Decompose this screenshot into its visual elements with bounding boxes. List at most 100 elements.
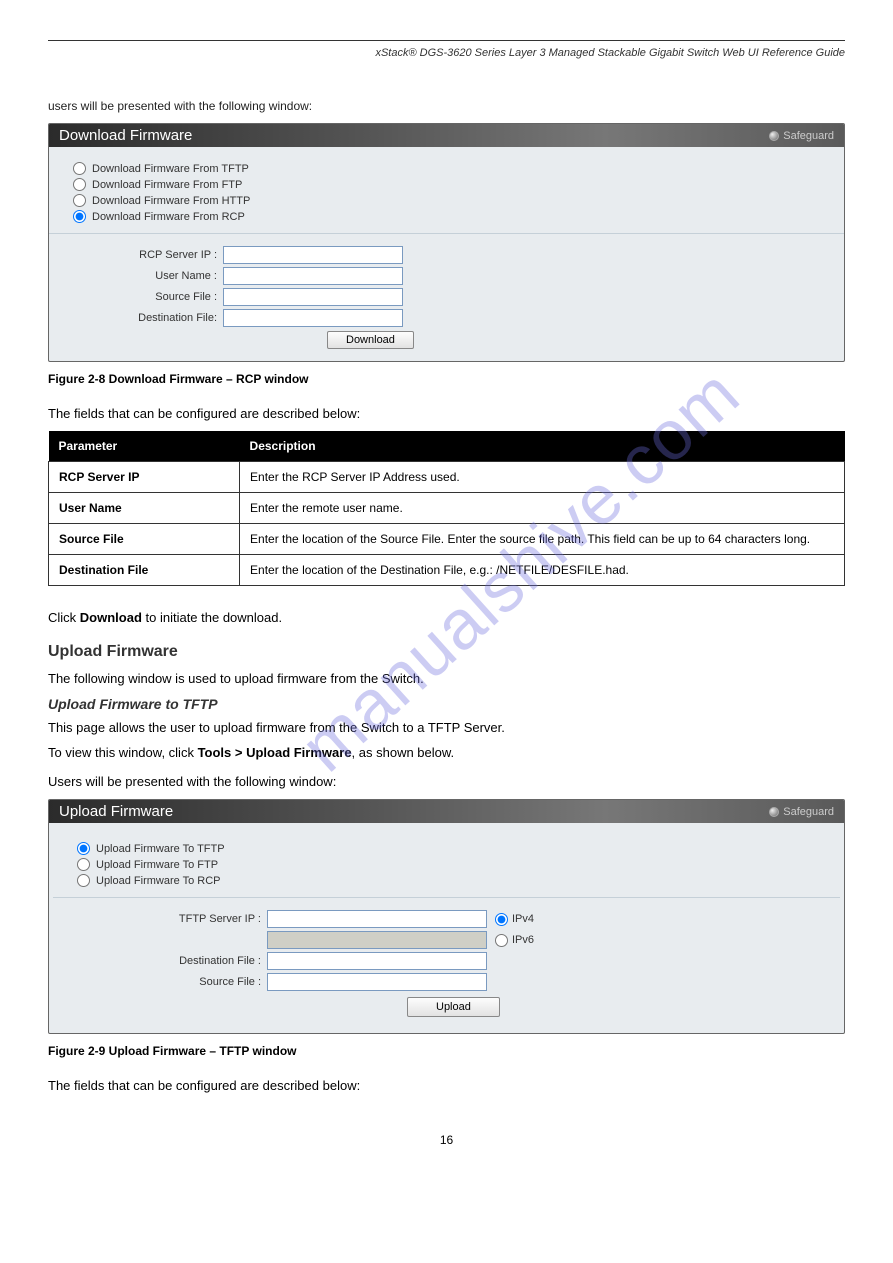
radio-ftp-row[interactable]: Download Firmware From FTP bbox=[73, 178, 820, 191]
radio-rcp[interactable] bbox=[73, 210, 86, 223]
panel-body: Download Firmware From TFTP Download Fir… bbox=[49, 147, 844, 361]
user-name-input[interactable] bbox=[223, 267, 403, 285]
table-row: Destination File Enter the location of t… bbox=[49, 555, 845, 586]
source-file-label: Source File : bbox=[77, 976, 267, 988]
radio-ftp-row[interactable]: Upload Firmware To FTP bbox=[77, 858, 816, 871]
radio-tftp-label: Upload Firmware To TFTP bbox=[96, 843, 225, 855]
safeguard-badge: Safeguard bbox=[769, 130, 834, 142]
radio-tftp-label: Download Firmware From TFTP bbox=[92, 163, 249, 175]
source-file-label: Source File : bbox=[73, 291, 223, 303]
figure1-intro: users will be presented with the followi… bbox=[48, 99, 845, 113]
table-head-param: Parameter bbox=[49, 431, 240, 462]
download-bold: Download bbox=[80, 610, 142, 625]
desc-cell: Enter the location of the Source File. E… bbox=[240, 524, 845, 555]
table-row: User Name Enter the remote user name. bbox=[49, 493, 845, 524]
ipv6-radio[interactable] bbox=[495, 934, 508, 947]
rcp-server-ip-label: RCP Server IP : bbox=[73, 249, 223, 261]
ipv4-label: IPv4 bbox=[512, 913, 534, 925]
source-file-input[interactable] bbox=[267, 973, 487, 991]
figure2-intro: Users will be presented with the followi… bbox=[48, 774, 845, 789]
radio-rcp-row[interactable]: Download Firmware From RCP bbox=[73, 210, 820, 223]
param-cell: RCP Server IP bbox=[49, 462, 240, 493]
user-name-label: User Name : bbox=[73, 270, 223, 282]
nav-suffix: , as shown below. bbox=[352, 745, 455, 760]
destination-file-input[interactable] bbox=[223, 309, 403, 327]
download-firmware-panel: Download Firmware Safeguard Download Fir… bbox=[48, 123, 845, 362]
table2-intro: The fields that can be configured are de… bbox=[48, 1078, 845, 1093]
upload-button-row: Upload bbox=[407, 997, 816, 1017]
panel-titlebar: Upload Firmware Safeguard bbox=[49, 800, 844, 823]
safeguard-label: Safeguard bbox=[783, 130, 834, 142]
radio-rcp[interactable] bbox=[77, 874, 90, 887]
nav-bold: Tools > Upload Firmware bbox=[198, 745, 352, 760]
param-cell: Destination File bbox=[49, 555, 240, 586]
figure1-caption: Figure 2-8 Download Firmware – RCP windo… bbox=[48, 372, 845, 386]
radio-tftp[interactable] bbox=[73, 162, 86, 175]
tftp-server-ip-label: TFTP Server IP : bbox=[77, 913, 267, 925]
table-head-desc: Description bbox=[240, 431, 845, 462]
upload-button[interactable]: Upload bbox=[407, 997, 500, 1017]
desc-cell: Enter the location of the Destination Fi… bbox=[240, 555, 845, 586]
download-button[interactable]: Download bbox=[327, 331, 414, 349]
source-file-row: Source File : bbox=[77, 973, 816, 991]
upload-tftp-subheading: Upload Firmware to TFTP bbox=[48, 696, 845, 712]
radio-rcp-label: Download Firmware From RCP bbox=[92, 211, 245, 223]
ipv6-label: IPv6 bbox=[512, 934, 534, 946]
divider bbox=[53, 897, 840, 898]
desc-cell: Enter the remote user name. bbox=[240, 493, 845, 524]
tftp-server-ip-input-ipv4[interactable] bbox=[267, 910, 487, 928]
nav-path: To view this window, click Tools > Uploa… bbox=[48, 745, 845, 760]
destination-file-label: Destination File: bbox=[73, 312, 223, 324]
radio-rcp-label: Upload Firmware To RCP bbox=[96, 875, 221, 887]
document-page: xStack® DGS-3620 Series Layer 3 Managed … bbox=[0, 0, 893, 1207]
safeguard-icon bbox=[769, 131, 779, 141]
radio-tftp-row[interactable]: Upload Firmware To TFTP bbox=[77, 842, 816, 855]
nav-prefix: To view this window, click bbox=[48, 745, 198, 760]
source-file-row: Source File : bbox=[73, 288, 820, 306]
param-cell: User Name bbox=[49, 493, 240, 524]
radio-tftp-row[interactable]: Download Firmware From TFTP bbox=[73, 162, 820, 175]
destination-file-row: Destination File : bbox=[77, 952, 816, 970]
page-number: 16 bbox=[48, 1133, 845, 1147]
download-button-row: Download bbox=[327, 331, 820, 349]
radio-tftp[interactable] bbox=[77, 842, 90, 855]
destination-file-row: Destination File: bbox=[73, 309, 820, 327]
destination-file-input[interactable] bbox=[267, 952, 487, 970]
desc-cell: Enter the RCP Server IP Address used. bbox=[240, 462, 845, 493]
tftp-server-ip-row: TFTP Server IP : IPv4 bbox=[77, 910, 816, 928]
panel-title: Download Firmware bbox=[59, 127, 192, 144]
safeguard-label: Safeguard bbox=[783, 806, 834, 818]
safeguard-icon bbox=[769, 807, 779, 817]
radio-http-label: Download Firmware From HTTP bbox=[92, 195, 250, 207]
radio-ftp-label: Upload Firmware To FTP bbox=[96, 859, 218, 871]
table-row: RCP Server IP Enter the RCP Server IP Ad… bbox=[49, 462, 845, 493]
radio-http[interactable] bbox=[73, 194, 86, 207]
upload-firmware-panel: Upload Firmware Safeguard Upload Firmwar… bbox=[48, 799, 845, 1034]
table-row: Source File Enter the location of the So… bbox=[49, 524, 845, 555]
upload-firmware-heading: Upload Firmware bbox=[48, 643, 845, 661]
radio-ftp[interactable] bbox=[73, 178, 86, 191]
divider bbox=[49, 233, 844, 234]
ipv4-radio[interactable] bbox=[495, 913, 508, 926]
radio-ftp-label: Download Firmware From FTP bbox=[92, 179, 242, 191]
tftp-server-ip-input-ipv6 bbox=[267, 931, 487, 949]
panel-body: Upload Firmware To TFTP Upload Firmware … bbox=[49, 823, 844, 1033]
rcp-server-ip-input[interactable] bbox=[223, 246, 403, 264]
radio-ftp[interactable] bbox=[77, 858, 90, 871]
radio-rcp-row[interactable]: Upload Firmware To RCP bbox=[77, 874, 816, 887]
table1-intro: The fields that can be configured are de… bbox=[48, 406, 845, 421]
parameter-table: Parameter Description RCP Server IP Ente… bbox=[48, 431, 845, 586]
source-file-input[interactable] bbox=[223, 288, 403, 306]
ipv4-radio-row[interactable]: IPv4 bbox=[495, 913, 534, 926]
panel-title: Upload Firmware bbox=[59, 803, 173, 820]
panel-titlebar: Download Firmware Safeguard bbox=[49, 124, 844, 147]
radio-http-row[interactable]: Download Firmware From HTTP bbox=[73, 194, 820, 207]
destination-file-label: Destination File : bbox=[77, 955, 267, 967]
user-name-row: User Name : bbox=[73, 267, 820, 285]
tftp-server-ip-row-ipv6: IPv6 bbox=[77, 931, 816, 949]
after-table-click: Click Download to initiate the download. bbox=[48, 610, 845, 625]
header-rule bbox=[48, 40, 845, 41]
figure2-caption: Figure 2-9 Upload Firmware – TFTP window bbox=[48, 1044, 845, 1058]
upload-tftp-desc: This page allows the user to upload firm… bbox=[48, 720, 845, 735]
ipv6-radio-row[interactable]: IPv6 bbox=[495, 934, 534, 947]
